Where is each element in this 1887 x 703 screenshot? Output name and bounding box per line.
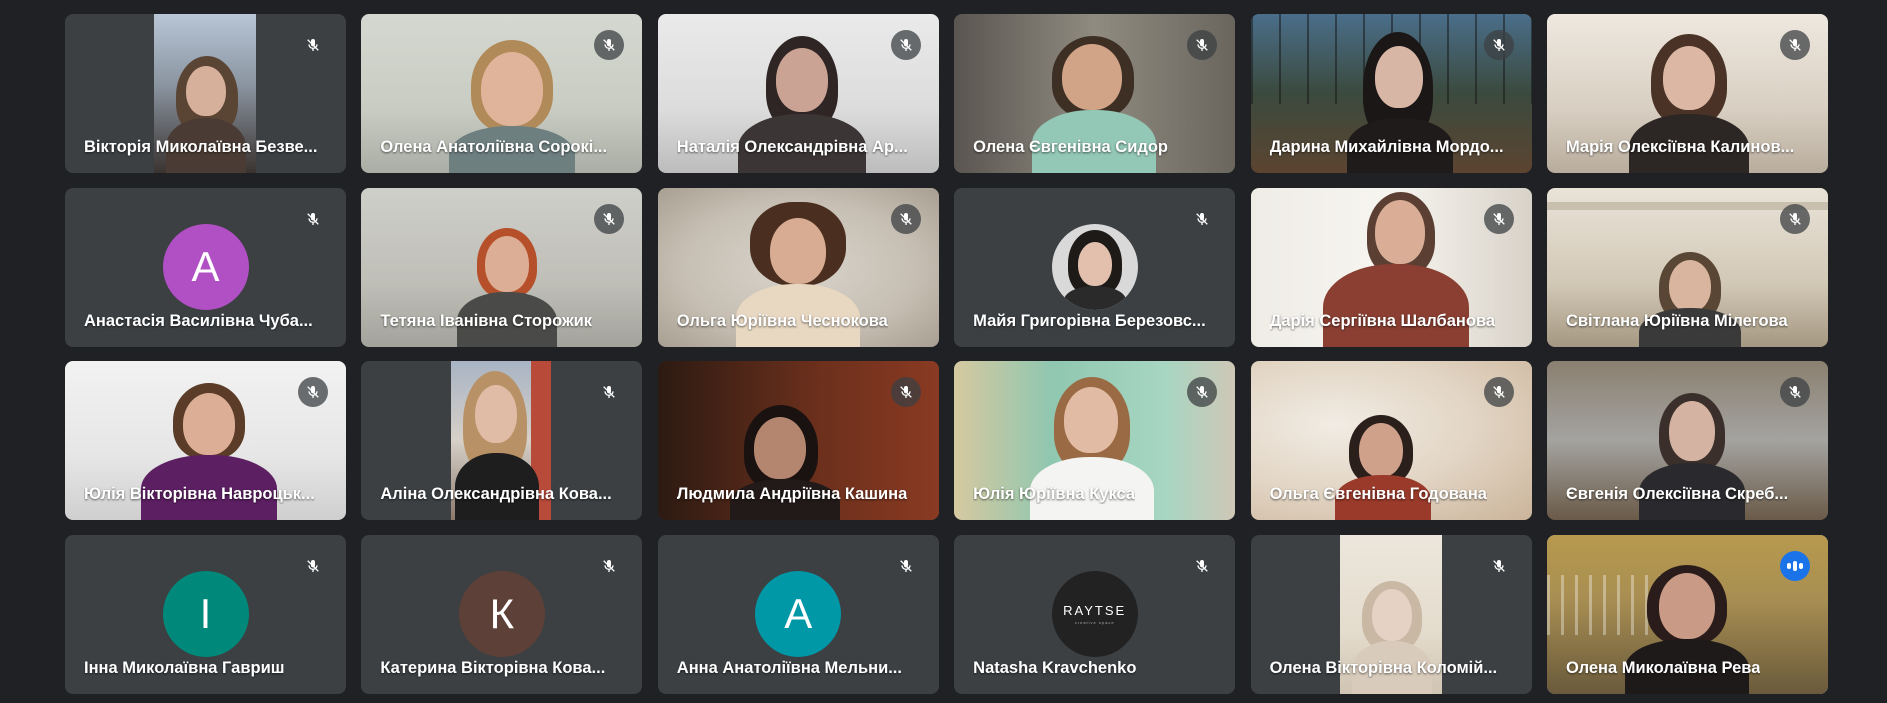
mic-off-icon	[890, 203, 921, 234]
avatar: RAYTSE creative space	[1051, 571, 1138, 658]
participant-tile[interactable]: А Анастасія Василівна Чуба...	[65, 187, 346, 347]
participant-name: Анна Анатоліївна Мельни...	[676, 659, 902, 678]
participant-tile[interactable]: Наталія Олександрівна Ар...	[657, 14, 939, 173]
participant-name: Олена Миколаївна Рева	[1565, 659, 1761, 678]
participant-tile[interactable]: Дарина Михайлівна Мордо...	[1250, 14, 1532, 173]
mic-off-icon	[594, 203, 625, 234]
avatar-initial: І	[199, 590, 212, 638]
participant-tile[interactable]: Олена Євгенівна Сидор	[954, 14, 1236, 173]
logo-text: RAYTSE	[1063, 603, 1127, 619]
participant-name: Вікторія Миколаївна Безве...	[84, 138, 318, 156]
avatar: К	[458, 571, 545, 658]
participant-tile[interactable]: Олена Вікторівна Коломій...	[1250, 535, 1532, 695]
participant-tile[interactable]: Юлія Юріївна Кукса	[954, 361, 1236, 521]
participant-tile[interactable]: Олена Анатоліївна Сорокі...	[361, 14, 643, 173]
participant-grid: Вікторія Миколаївна Безве... Олена Анато…	[65, 14, 1833, 695]
mic-off-icon	[890, 377, 921, 408]
participant-name: Ольга Євгенівна Годована	[1269, 485, 1487, 504]
participant-name: Natasha Kravchenko	[973, 659, 1137, 678]
logo-subtext: creative space	[1074, 620, 1115, 626]
participant-tile[interactable]: RAYTSE creative space Natasha Kravchenko	[954, 535, 1236, 695]
avatar: І	[162, 571, 249, 658]
participant-tile[interactable]: Ольга Юріївна Чеснокова	[657, 187, 939, 347]
participant-tile[interactable]: А Анна Анатоліївна Мельни...	[657, 535, 939, 695]
participant-tile[interactable]: К Катерина Вікторівна Кова...	[361, 535, 643, 695]
participant-name: Тетяна Іванівна Сторожик	[380, 311, 593, 330]
avatar	[1051, 223, 1138, 310]
participant-name: Майя Григорівна Березовс...	[973, 311, 1206, 330]
participant-tile[interactable]: Майя Григорівна Березовс...	[954, 187, 1236, 347]
mic-off-icon	[1483, 377, 1514, 408]
participant-tile[interactable]: Світлана Юріївна Мілегова	[1546, 187, 1828, 347]
mic-off-icon	[1483, 30, 1514, 60]
participant-name: Аліна Олександрівна Кова...	[380, 485, 612, 504]
participant-tile[interactable]: Людмила Андріївна Кашина	[657, 361, 939, 521]
avatar-initial: К	[489, 590, 515, 638]
participant-name: Євгенія Олексіївна Скреб...	[1565, 485, 1789, 504]
participant-name: Дарина Михайлівна Мордо...	[1269, 138, 1504, 156]
mic-off-icon	[298, 203, 328, 234]
participant-tile[interactable]: Юлія Вікторівна Навроцьк...	[65, 361, 346, 521]
participant-name: Олена Вікторівна Коломій...	[1269, 659, 1498, 678]
participant-name: Дарія Сергіївна Шалбанова	[1269, 311, 1496, 330]
participant-tile[interactable]: Марія Олексіївна Калинов...	[1546, 14, 1828, 173]
avatar: А	[755, 571, 842, 658]
mic-off-icon	[1187, 551, 1218, 582]
participant-name: Світлана Юріївна Мілегова	[1565, 311, 1788, 330]
participant-name: Інна Миколаївна Гавриш	[84, 659, 285, 678]
participant-name: Ольга Юріївна Чеснокова	[676, 311, 888, 330]
participant-tile[interactable]: Ольга Євгенівна Годована	[1250, 361, 1532, 521]
mic-off-icon	[1483, 551, 1514, 582]
participant-tile[interactable]: І Інна Миколаївна Гавриш	[65, 535, 346, 695]
audio-level-icon	[1779, 551, 1810, 582]
participant-name: Марія Олексіївна Калинов...	[1565, 138, 1795, 156]
participant-tile[interactable]: Дарія Сергіївна Шалбанова	[1250, 187, 1532, 347]
participant-tile-active-speaker[interactable]: Олена Миколаївна Рева	[1546, 535, 1828, 695]
avatar-initial: А	[191, 242, 220, 290]
mic-off-icon	[1483, 203, 1514, 234]
mic-off-icon	[1779, 30, 1810, 60]
participant-name: Наталія Олександрівна Ар...	[676, 138, 908, 156]
participant-tile[interactable]: Тетяна Іванівна Сторожик	[361, 187, 643, 347]
participant-name: Катерина Вікторівна Кова...	[380, 659, 606, 678]
mic-off-icon	[594, 377, 625, 408]
mic-off-icon	[890, 30, 921, 60]
mic-off-icon	[1779, 203, 1810, 234]
participant-tile[interactable]: Євгенія Олексіївна Скреб...	[1546, 361, 1828, 521]
participant-name: Олена Анатоліївна Сорокі...	[380, 138, 608, 156]
participant-name: Людмила Андріївна Кашина	[676, 485, 908, 504]
participant-name: Юлія Вікторівна Навроцьк...	[84, 485, 315, 504]
participant-name: Юлія Юріївна Кукса	[973, 485, 1136, 504]
mic-off-icon	[1187, 203, 1218, 234]
mic-off-icon	[890, 551, 921, 582]
mic-off-icon	[1187, 30, 1218, 60]
participant-tile[interactable]: Аліна Олександрівна Кова...	[361, 361, 643, 521]
avatar-initial: А	[784, 590, 813, 638]
mic-off-icon	[298, 30, 328, 60]
mic-off-icon	[594, 551, 625, 582]
participant-name: Олена Євгенівна Сидор	[973, 138, 1168, 156]
avatar: А	[162, 223, 249, 310]
participant-name: Анастасія Василівна Чуба...	[84, 311, 313, 330]
participant-tile[interactable]: Вікторія Миколаївна Безве...	[65, 14, 346, 173]
mic-off-icon	[298, 551, 328, 582]
